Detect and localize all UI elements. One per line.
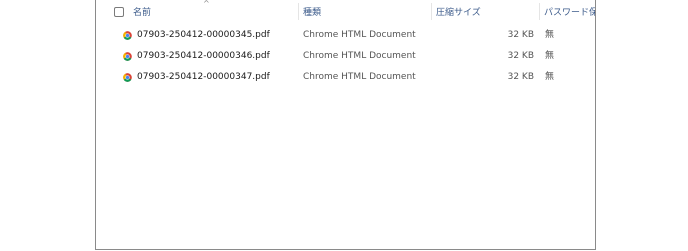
file-password-status: 無 (545, 72, 555, 82)
column-divider[interactable] (298, 3, 299, 20)
column-header-password[interactable]: パスワード保護 (544, 6, 595, 20)
file-list-panel: ^ 名前 種類 圧縮サイズ パスワード保護 07903-250412-00000… (95, 0, 596, 250)
file-size: 32 KB (507, 51, 534, 61)
column-divider[interactable] (539, 3, 540, 20)
sort-ascending-icon: ^ (203, 0, 210, 8)
file-size: 32 KB (507, 30, 534, 40)
chrome-icon (123, 52, 132, 61)
file-row[interactable]: 07903-250412-00000346.pdf Chrome HTML Do… (96, 46, 595, 67)
file-type: Chrome HTML Document (303, 72, 416, 82)
file-password-status: 無 (545, 30, 555, 40)
column-header: ^ 名前 種類 圧縮サイズ パスワード保護 (96, 0, 595, 21)
column-header-name[interactable]: 名前 (133, 6, 151, 20)
file-row[interactable]: 07903-250412-00000345.pdf Chrome HTML Do… (96, 25, 595, 46)
file-row[interactable]: 07903-250412-00000347.pdf Chrome HTML Do… (96, 67, 595, 88)
chrome-icon (123, 31, 132, 40)
select-all-checkbox[interactable] (114, 7, 124, 17)
file-name[interactable]: 07903-250412-00000345.pdf (137, 25, 270, 46)
file-password-status: 無 (545, 51, 555, 61)
file-type: Chrome HTML Document (303, 51, 416, 61)
column-divider[interactable] (431, 3, 432, 20)
column-header-size[interactable]: 圧縮サイズ (436, 6, 481, 20)
file-size: 32 KB (507, 72, 534, 82)
file-name[interactable]: 07903-250412-00000347.pdf (137, 67, 270, 88)
chrome-icon (123, 73, 132, 82)
file-type: Chrome HTML Document (303, 30, 416, 40)
file-name[interactable]: 07903-250412-00000346.pdf (137, 46, 270, 67)
column-header-type[interactable]: 種類 (303, 6, 321, 20)
